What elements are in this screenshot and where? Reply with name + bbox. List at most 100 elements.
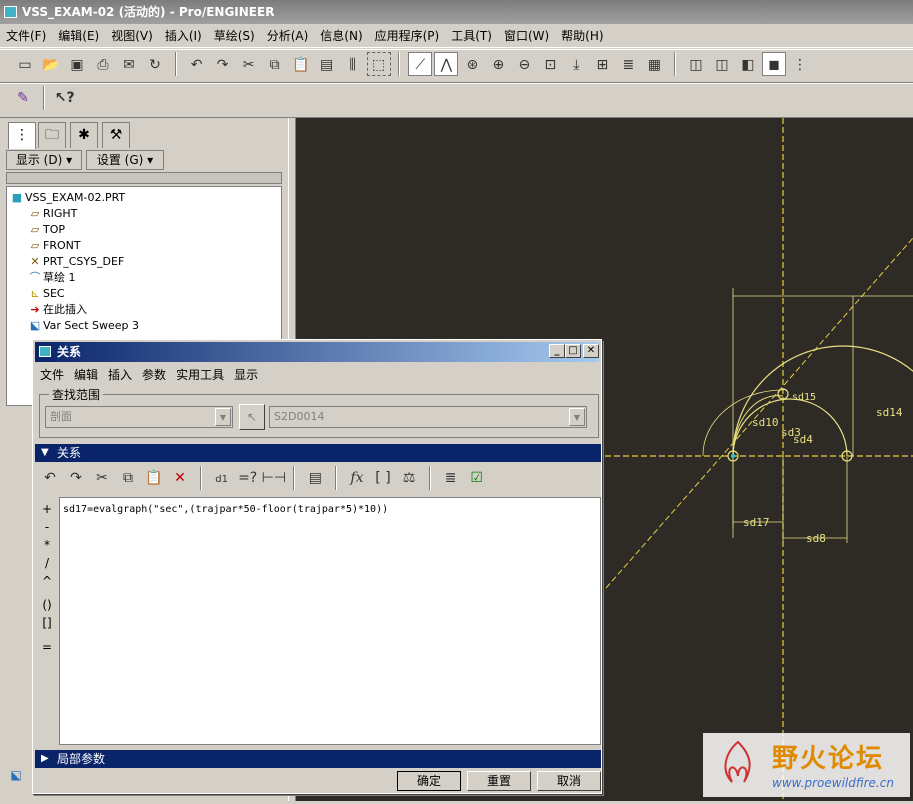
insert-function-icon[interactable]: fx	[345, 466, 369, 490]
undo-icon[interactable]: ↶	[38, 466, 62, 490]
menu-view[interactable]: 视图(V)	[105, 24, 159, 48]
cancel-button[interactable]: 取消	[537, 771, 601, 791]
print-icon[interactable]: ⎙	[91, 53, 115, 77]
insert-dimension-icon[interactable]: ⊢⊣	[262, 466, 286, 490]
model-tree-icon[interactable]: ⋮	[788, 53, 812, 77]
wireframe-icon[interactable]: ◫	[684, 53, 708, 77]
ok-button[interactable]: 确定	[397, 771, 461, 791]
menu-insert[interactable]: 插入(I)	[159, 24, 208, 48]
parentheses-operator-button[interactable]: ()	[37, 596, 57, 614]
open-file-icon[interactable]: 📂	[39, 53, 63, 77]
show-dropdown[interactable]: 显示 (D) ▾	[6, 150, 82, 170]
settings-dropdown[interactable]: 设置 (G) ▾	[86, 150, 164, 170]
zoom-out-icon[interactable]: ⊖	[512, 53, 536, 77]
minus-operator-button[interactable]: -	[37, 518, 57, 536]
paste-special-icon[interactable]: ▤	[315, 53, 339, 77]
layers-icon[interactable]: ≣	[616, 53, 640, 77]
sweep-status-icon[interactable]: ⬕	[4, 763, 28, 787]
dialog-menu-parameters[interactable]: 参数	[137, 364, 171, 386]
maximize-button[interactable]: □	[565, 344, 581, 358]
mirror-icon[interactable]: ⫼	[341, 53, 365, 77]
orient-icon[interactable]: ⤓	[564, 53, 588, 77]
select-pointer-button[interactable]: ↖	[239, 404, 265, 430]
menu-help[interactable]: 帮助(H)	[555, 24, 609, 48]
sketch-points-icon[interactable]: ⋀	[434, 52, 459, 76]
brackets-operator-button[interactable]: []	[37, 614, 57, 632]
redo-icon[interactable]: ↷	[64, 466, 88, 490]
refit-icon[interactable]: ⊡	[538, 53, 562, 77]
cut-icon[interactable]: ✂	[90, 466, 114, 490]
tree-item[interactable]: ▱ TOP	[27, 222, 65, 238]
tab-model-tree[interactable]: ⋮	[8, 122, 36, 149]
context-help-icon[interactable]: ↖?	[53, 86, 77, 110]
menu-info[interactable]: 信息(N)	[314, 24, 368, 48]
menu-window[interactable]: 窗口(W)	[498, 24, 555, 48]
copy-icon[interactable]: ⧉	[116, 466, 140, 490]
dialog-menu-show[interactable]: 显示	[229, 364, 263, 386]
sort-relations-icon[interactable]: ▤	[303, 466, 327, 490]
sketcher-icon[interactable]: ✎	[11, 86, 35, 110]
reset-button[interactable]: 重置	[467, 771, 531, 791]
new-file-icon[interactable]: ▭	[13, 53, 37, 77]
dialog-menu-edit[interactable]: 编辑	[69, 364, 103, 386]
divide-operator-button[interactable]: /	[37, 554, 57, 572]
tab-connections[interactable]: ⚒	[102, 122, 130, 148]
named-view-icon[interactable]: ⊞	[590, 53, 614, 77]
tree-item[interactable]: ✕ PRT_CSYS_DEF	[27, 254, 124, 270]
no-hidden-icon[interactable]: ◧	[736, 53, 760, 77]
dim-value-toggle-icon[interactable]: d1	[210, 468, 234, 492]
local-parameters-header[interactable]: ▶ 局部参数	[35, 750, 601, 768]
verify-icon[interactable]: ☑	[465, 466, 489, 490]
tab-favorites[interactable]: ✱	[70, 122, 98, 148]
tree-item[interactable]: ➔ 在此插入	[27, 302, 87, 318]
dialog-title-bar[interactable]: 关系 _ □ ✕	[35, 342, 599, 362]
multiply-operator-button[interactable]: *	[37, 536, 57, 554]
menu-applications[interactable]: 应用程序(P)	[369, 24, 446, 48]
copy-icon[interactable]: ⧉	[263, 53, 287, 77]
regenerate-icon[interactable]: ↻	[143, 53, 167, 77]
undo-icon[interactable]: ↶	[185, 53, 209, 77]
tree-item[interactable]: ⊾ SEC	[27, 286, 64, 302]
dialog-menu-file[interactable]: 文件	[35, 364, 69, 386]
view-manager-icon[interactable]: ▦	[642, 53, 666, 77]
send-mail-icon[interactable]: ✉	[117, 53, 141, 77]
unit-icon[interactable]: ⚖	[397, 466, 421, 490]
paste-icon[interactable]: 📋	[142, 466, 166, 490]
dialog-menu-insert[interactable]: 插入	[103, 364, 137, 386]
zoom-in-icon[interactable]: ⊕	[486, 53, 510, 77]
menu-edit[interactable]: 编辑(E)	[52, 24, 105, 48]
tree-item[interactable]: ⌒ 草绘 1	[27, 270, 76, 286]
save-icon[interactable]: ▣	[65, 53, 89, 77]
spin-center-icon[interactable]: ⊛	[460, 53, 484, 77]
menu-analysis[interactable]: 分析(A)	[261, 24, 315, 48]
tree-item[interactable]: ⬕ Var Sect Sweep 3	[27, 318, 139, 334]
insert-parameter-icon[interactable]: [ ]	[371, 466, 395, 490]
tree-item[interactable]: ■ VSS_EXAM-02.PRT	[9, 190, 125, 206]
plus-operator-button[interactable]: +	[37, 500, 57, 518]
cut-icon[interactable]: ✂	[237, 53, 261, 77]
hidden-line-icon[interactable]: ◫	[710, 53, 734, 77]
shading-icon[interactable]: ◼	[761, 52, 786, 76]
selection-box-icon[interactable]: ⬚	[366, 52, 391, 76]
relations-section-header[interactable]: ▼ 关系	[35, 444, 601, 462]
evaluate-icon[interactable]: =?	[236, 466, 260, 490]
tab-folder-browser[interactable]: 🗀	[38, 122, 66, 148]
menu-sketch[interactable]: 草绘(S)	[208, 24, 261, 48]
menu-file[interactable]: 文件(F)	[0, 24, 52, 48]
scope-value-combo[interactable]: S2D0014 ▼	[269, 406, 587, 428]
redo-icon[interactable]: ↷	[211, 53, 235, 77]
menu-tools[interactable]: 工具(T)	[445, 24, 498, 48]
delete-icon[interactable]: ✕	[168, 466, 192, 490]
power-operator-button[interactable]: ^	[37, 572, 57, 590]
close-button[interactable]: ✕	[583, 344, 599, 358]
scope-combo[interactable]: 剖面 ▼	[45, 406, 233, 428]
dialog-menu-utilities[interactable]: 实用工具	[171, 364, 229, 386]
datum-display-icon[interactable]: ⟋	[408, 52, 433, 76]
relation-list-icon[interactable]: ≣	[439, 466, 463, 490]
minimize-button[interactable]: _	[549, 344, 565, 358]
relations-editor[interactable]: sd17=evalgraph("sec",(trajpar*50-floor(t…	[59, 497, 601, 745]
equals-operator-button[interactable]: =	[37, 638, 57, 656]
tree-item[interactable]: ▱ RIGHT	[27, 206, 78, 222]
paste-icon[interactable]: 📋	[289, 53, 313, 77]
tree-item[interactable]: ▱ FRONT	[27, 238, 81, 254]
